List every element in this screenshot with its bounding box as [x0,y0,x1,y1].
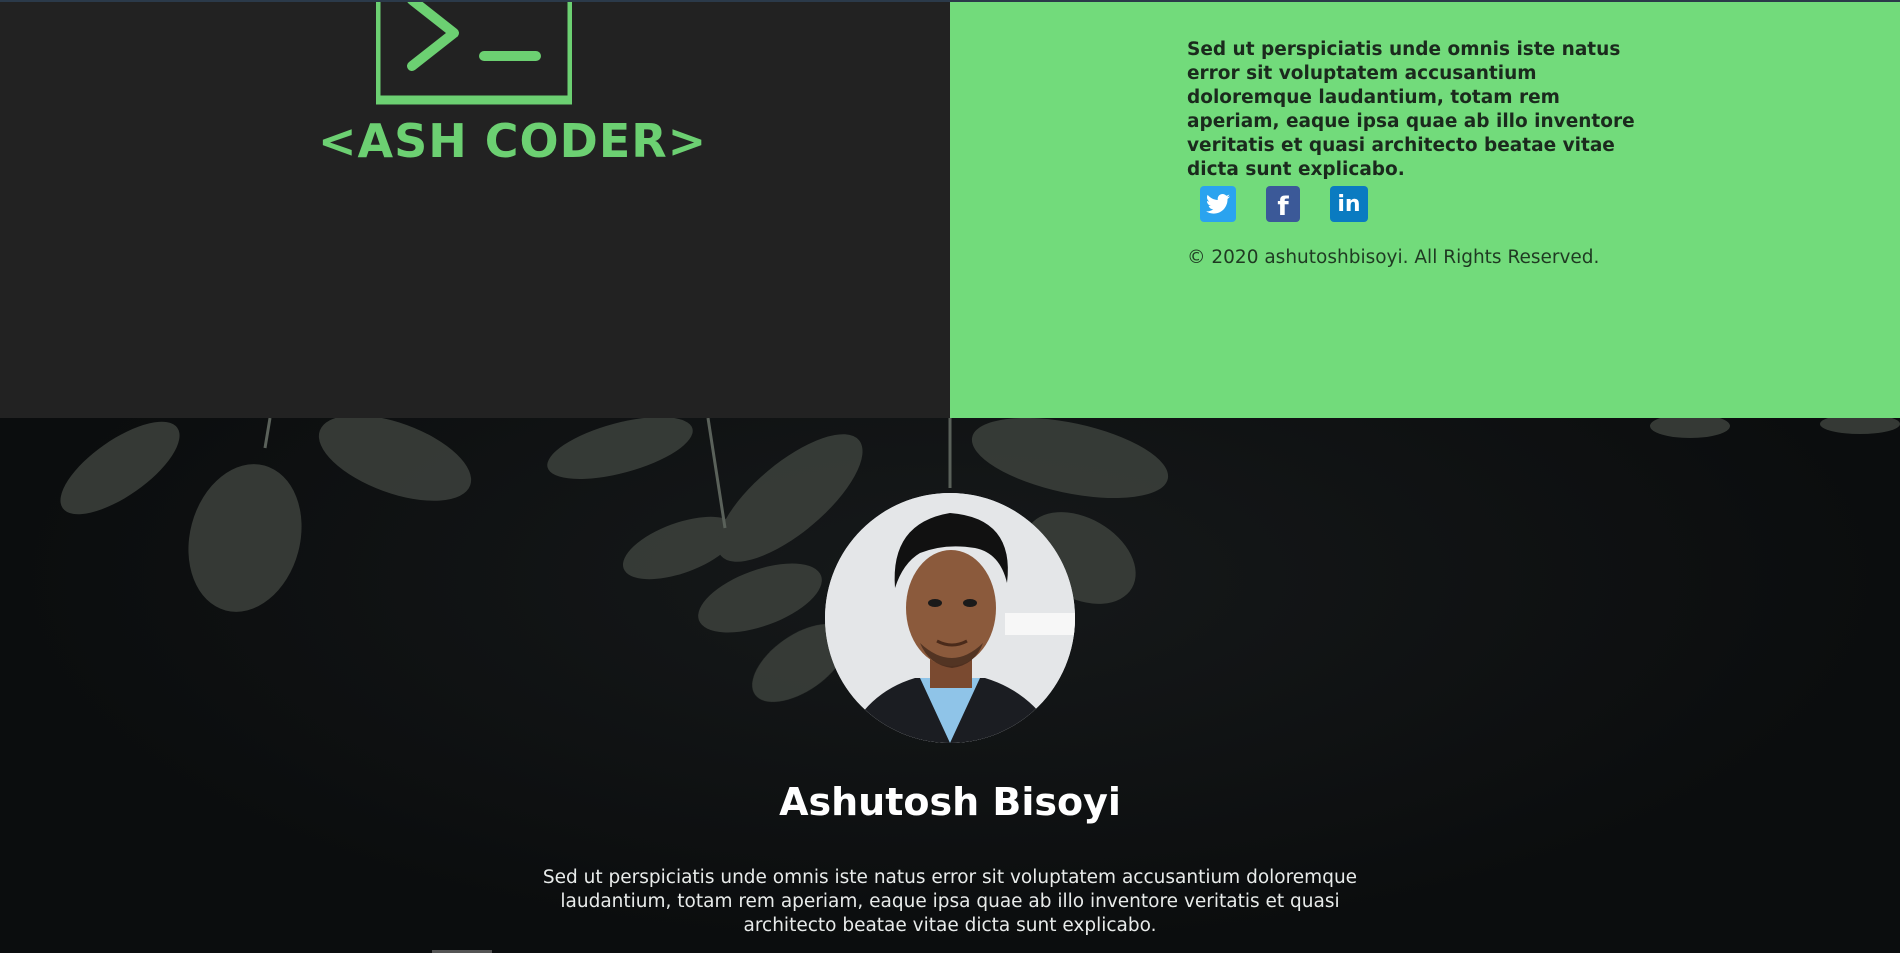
hero-description: Sed ut perspiciatis unde omnis iste natu… [542,867,1358,936]
footer-logo-panel: <ASH CODER> [0,0,950,418]
linkedin-icon[interactable]: in [1330,186,1368,222]
social-links: f in [1200,186,1368,222]
hero-name: Ashutosh Bisoyi [779,780,1121,824]
terminal-logo-icon [376,0,572,105]
copyright-text: © 2020 ashutoshbisoyi. All Rights Reserv… [1187,247,1600,268]
top-border [0,0,1900,2]
facebook-icon[interactable]: f [1266,186,1300,222]
twitter-bird-icon [1206,194,1230,214]
profile-avatar [825,493,1075,743]
page: <ASH CODER> Sed ut perspiciatis unde omn… [0,0,1900,953]
facebook-glyph: f [1277,192,1289,222]
profile-photo [825,493,1075,743]
hero-section: Ashutosh Bisoyi Sed ut perspiciatis unde… [0,418,1900,953]
twitter-icon[interactable] [1200,186,1236,222]
footer-description: Sed ut perspiciatis unde omnis iste natu… [1187,39,1635,180]
linkedin-glyph: in [1337,191,1361,217]
logo-text[interactable]: <ASH CODER> [318,114,706,168]
